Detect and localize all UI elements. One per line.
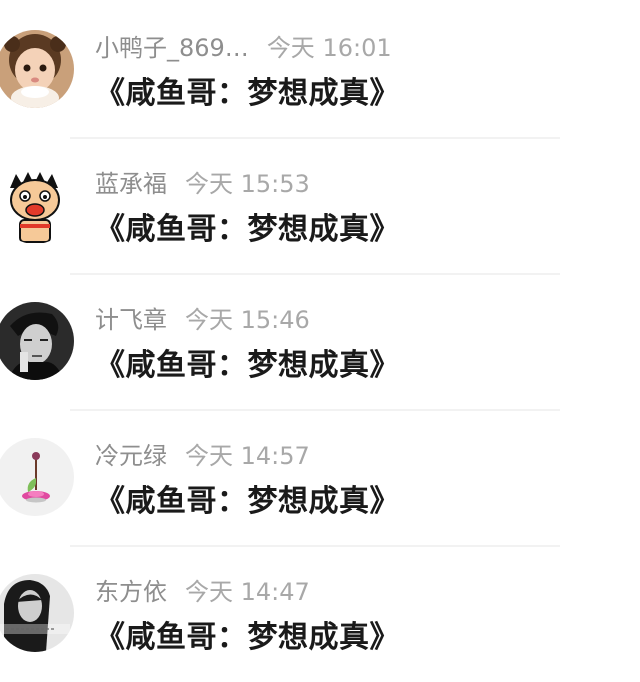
message-text: 《咸鱼哥：梦想成真》 [95,348,400,383]
bw-man-portrait-avatar-icon[interactable] [0,302,74,380]
message-text: 《咸鱼哥：梦想成真》 [95,76,400,111]
comment-meta: 冷元绿 今天 14:57 [95,440,310,472]
timestamp: 今天 14:57 [185,442,310,470]
list-item[interactable]: 东方依 今天 14:47 《咸鱼哥：梦想成真》 [0,544,640,680]
user-name[interactable]: 蓝承福 [95,168,167,200]
message-text: 《咸鱼哥：梦想成真》 [95,212,400,247]
timestamp: 今天 14:47 [185,578,310,606]
list-item[interactable]: 冷元绿 今天 14:57 《咸鱼哥：梦想成真》 [0,408,640,544]
comment-meta: 计飞章 今天 15:46 [95,304,310,336]
comment-meta: 东方依 今天 14:47 [95,576,310,608]
user-name[interactable]: 东方依 [95,576,167,608]
list-item[interactable]: 蓝承福 今天 15:53 《咸鱼哥：梦想成真》 [0,136,640,272]
timestamp: 今天 15:53 [185,170,310,198]
user-name[interactable]: 小鸭子_869… [95,32,249,64]
baby-girl-avatar-icon[interactable] [0,30,74,108]
user-name[interactable]: 计飞章 [95,304,167,336]
comment-meta: 小鸭子_869… 今天 16:01 [95,32,392,64]
message-text: 《咸鱼哥：梦想成真》 [95,620,400,655]
flower-avatar-icon[interactable] [0,438,74,516]
message-text: 《咸鱼哥：梦想成真》 [95,484,400,519]
list-item[interactable]: 计飞章 今天 15:46 《咸鱼哥：梦想成真》 [0,272,640,408]
bw-woman-portrait-avatar-icon[interactable] [0,574,74,652]
timestamp: 今天 15:46 [185,306,310,334]
comment-list: 小鸭子_869… 今天 16:01 《咸鱼哥：梦想成真》 蓝承福 今天 15:53 … [0,0,640,682]
timestamp: 今天 16:01 [266,34,392,62]
list-item[interactable]: 小鸭子_869… 今天 16:01 《咸鱼哥：梦想成真》 [0,0,640,136]
comment-meta: 蓝承福 今天 15:53 [95,168,310,200]
cartoon-boy-avatar-icon[interactable] [0,166,74,244]
user-name[interactable]: 冷元绿 [95,440,167,472]
